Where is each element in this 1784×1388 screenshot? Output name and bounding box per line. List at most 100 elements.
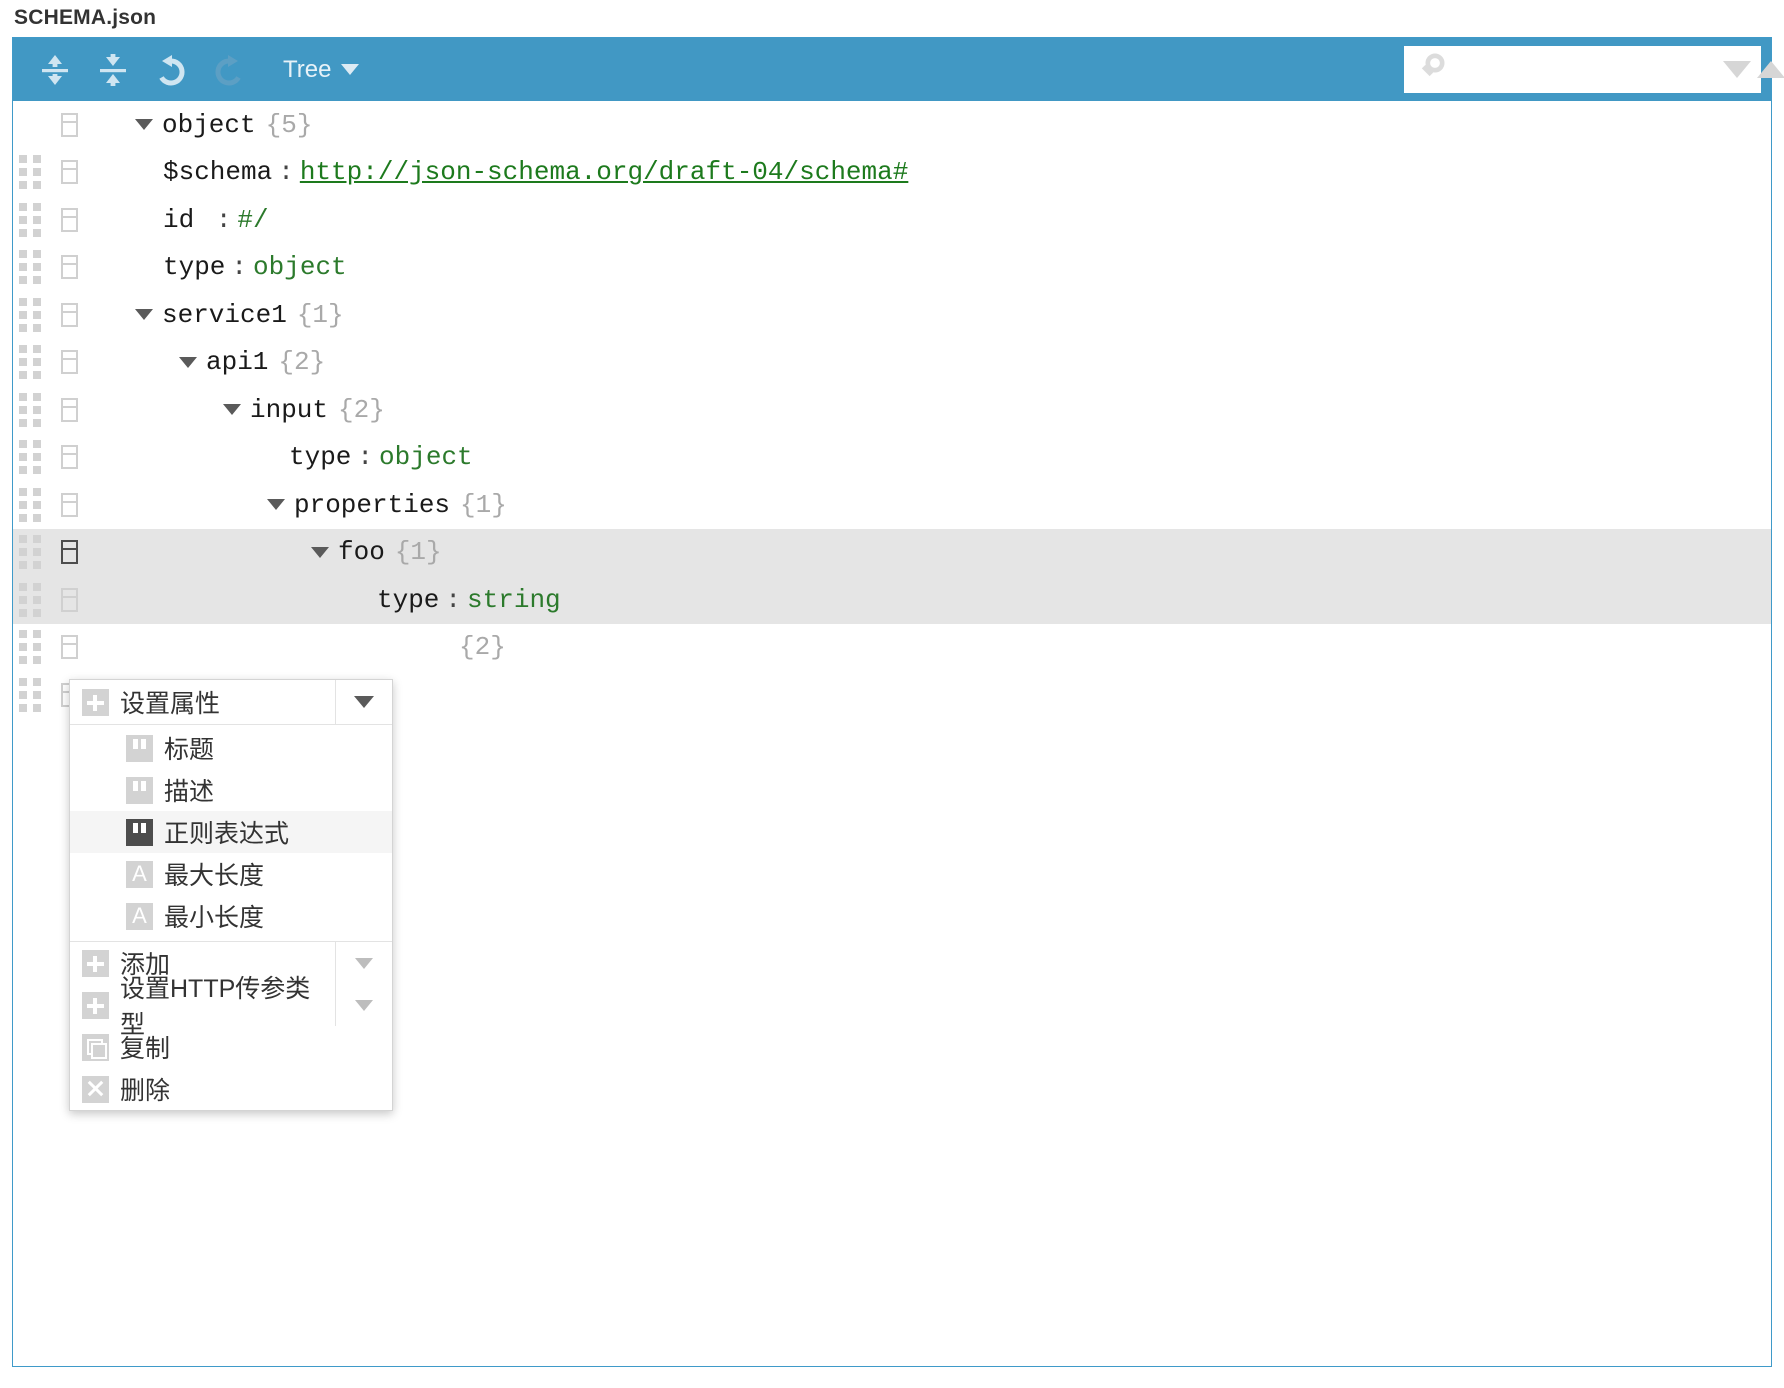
expander-icon[interactable] [223, 404, 241, 416]
row-value-link[interactable]: http://json-schema.org/draft-04/schema# [300, 157, 909, 187]
row-key[interactable]: service1 [162, 300, 287, 330]
expander-icon[interactable] [135, 309, 153, 321]
row-key[interactable]: properties [294, 490, 450, 520]
row-key[interactable]: $schema [163, 157, 272, 187]
row-field-button[interactable] [47, 445, 91, 470]
row-key[interactable]: type [289, 442, 351, 472]
context-menu-submenu: 标题 描述 正则表达式 A 最大长度 A 最小长度 [70, 725, 392, 942]
row-drag-handle[interactable] [13, 244, 47, 292]
table-row[interactable]: $schema : http://json-schema.org/draft-0… [13, 149, 1771, 197]
drag-dots-icon [19, 345, 41, 380]
row-count: {5} [265, 109, 313, 140]
row-drag-handle[interactable] [13, 481, 47, 529]
row-drag-handle[interactable] [13, 671, 47, 719]
row-key[interactable]: id [163, 205, 210, 235]
row-value[interactable]: object [253, 252, 347, 282]
row-field-button[interactable] [47, 540, 91, 565]
row-drag-handle[interactable] [13, 196, 47, 244]
editor-toolbar: Tree [13, 38, 1784, 101]
row-field-button[interactable] [47, 635, 91, 660]
table-row[interactable]: properties {1} [13, 481, 1771, 529]
row-field-button[interactable] [47, 587, 91, 612]
table-row[interactable]: type : object [13, 434, 1771, 482]
row-key[interactable]: type [377, 585, 439, 615]
expander-icon[interactable] [135, 119, 153, 131]
row-drag-handle[interactable] [13, 339, 47, 387]
menu-item-http-param-type-expand[interactable] [335, 984, 392, 1026]
set-property-expand-button[interactable] [335, 680, 392, 724]
table-row[interactable]: {2} [13, 624, 1771, 672]
drag-dots-icon [19, 202, 41, 237]
menu-item-http-param-type-label-part[interactable]: 设置HTTP传参类型 [70, 975, 335, 1039]
row-key[interactable]: foo [338, 537, 385, 567]
menu-item-max-length[interactable]: A 最大长度 [70, 853, 392, 895]
menu-item-description[interactable]: 描述 [70, 769, 392, 811]
search-next-icon[interactable] [1723, 61, 1751, 78]
expander-icon[interactable] [311, 546, 329, 558]
row-field-button[interactable] [47, 255, 91, 280]
expander-icon[interactable] [179, 356, 197, 368]
menu-item-add-expand[interactable] [335, 942, 392, 984]
row-drag-handle[interactable] [13, 434, 47, 482]
expand-all-button[interactable] [29, 46, 81, 94]
row-drag-handle[interactable] [13, 386, 47, 434]
menu-item-remove[interactable]: 删除 [70, 1068, 392, 1110]
table-row[interactable]: input {2} [13, 386, 1771, 434]
table-row[interactable]: type : object [13, 244, 1771, 292]
row-key[interactable]: type [163, 252, 225, 282]
row-value[interactable]: string [467, 585, 561, 615]
redo-icon [215, 54, 241, 85]
quote-icon [126, 734, 153, 762]
row-key[interactable]: api1 [206, 347, 268, 377]
collapse-all-button[interactable] [87, 46, 139, 94]
chevron-down-icon [354, 696, 374, 708]
table-row[interactable]: type : string [13, 576, 1771, 624]
row-content: id : #/ [163, 205, 269, 235]
row-value[interactable]: #/ [237, 205, 268, 235]
redo-button[interactable] [203, 46, 255, 94]
drag-dots-icon [19, 155, 41, 190]
menu-item-title[interactable]: 标题 [70, 727, 392, 769]
row-field-button[interactable] [47, 207, 91, 232]
row-value[interactable]: object [379, 442, 473, 472]
row-content: input {2} [223, 395, 385, 425]
row-separator: : [231, 252, 248, 283]
table-row[interactable]: foo {1} [13, 528, 1771, 577]
search-previous-icon[interactable] [1757, 61, 1784, 78]
row-drag-handle[interactable] [13, 529, 47, 577]
row-field-button[interactable] [47, 397, 91, 422]
set-property-button[interactable]: 设置属性 [70, 680, 335, 724]
undo-button[interactable] [145, 46, 197, 94]
row-key: object [162, 109, 256, 140]
mode-selector[interactable]: Tree [283, 55, 360, 84]
search-icon [1418, 52, 1448, 87]
menu-item-http-param-type[interactable]: 设置HTTP传参类型 [70, 975, 392, 1039]
menu-item-label: 正则表达式 [164, 820, 290, 848]
row-drag-handle [13, 101, 47, 149]
row-count: {2} [338, 394, 385, 425]
menu-item-min-length[interactable]: A 最小长度 [70, 895, 392, 937]
row-field-button[interactable] [47, 350, 91, 375]
menu-item-label: 复制 [120, 1035, 171, 1063]
row-key[interactable]: input [250, 395, 328, 425]
context-menu: 设置属性 标题 描述 正则表达式 A 最大长度 A 最小长度 添加 设置HTTP… [69, 679, 393, 1111]
table-row[interactable]: api1 {2} [13, 339, 1771, 387]
row-separator: : [278, 157, 294, 188]
search-input[interactable] [1448, 45, 1723, 94]
row-drag-handle[interactable] [13, 149, 47, 197]
row-drag-handle[interactable] [13, 576, 47, 624]
row-drag-handle[interactable] [13, 291, 47, 339]
table-row[interactable]: object {5} [13, 101, 1771, 149]
mode-selector-label: Tree [283, 55, 332, 83]
table-row[interactable]: service1 {1} [13, 291, 1771, 339]
row-drag-handle[interactable] [13, 624, 47, 672]
menu-item-pattern[interactable]: 正则表达式 [70, 811, 392, 853]
row-field-button[interactable] [47, 302, 91, 327]
expander-icon[interactable] [267, 499, 285, 511]
row-field-button[interactable] [47, 492, 91, 517]
row-field-button[interactable] [47, 112, 91, 137]
table-row[interactable]: id : #/ [13, 196, 1771, 244]
row-content: type : string [377, 585, 561, 615]
node-icon [60, 302, 78, 327]
row-field-button[interactable] [47, 160, 91, 185]
